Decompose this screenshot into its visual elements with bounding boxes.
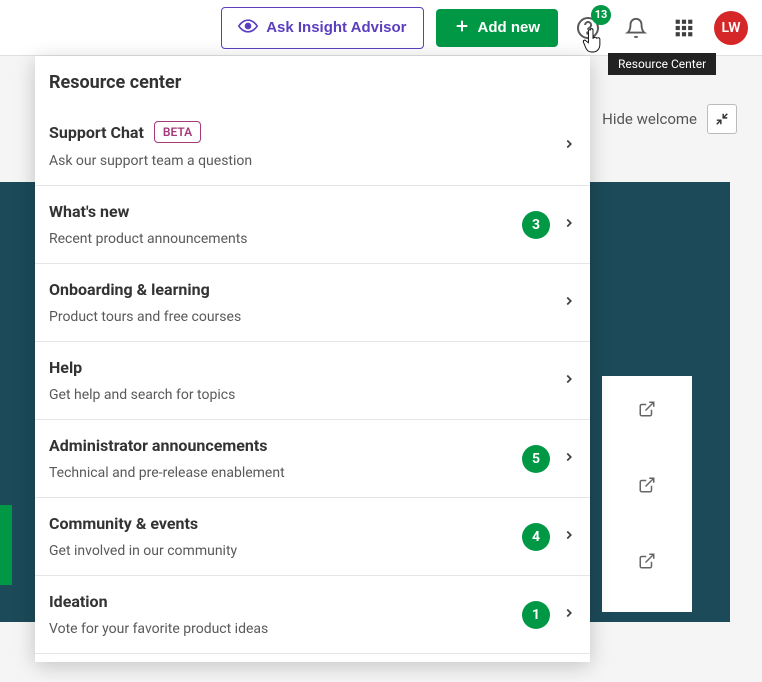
resource-center-header: Resource center [35, 56, 590, 105]
user-avatar[interactable]: LW [714, 11, 748, 45]
resource-item-text: Ideation Vote for your favorite product i… [49, 592, 510, 637]
resource-item-title: Administrator announcements [49, 436, 510, 455]
resource-item-text: Administrator announcements Technical and… [49, 436, 510, 481]
resource-item-subtitle: Get involved in our community [49, 543, 510, 559]
resource-item-subtitle: Ask our support team a question [49, 153, 550, 169]
hide-welcome-link[interactable]: Hide welcome [602, 110, 697, 128]
count-badge: 4 [522, 523, 550, 551]
minimize-icon [715, 112, 729, 126]
resource-item-text: Support ChatBETA Ask our support team a q… [49, 121, 550, 169]
resource-item-subtitle: Vote for your favorite product ideas [49, 621, 510, 637]
chevron-right-icon [562, 605, 576, 624]
minimize-button[interactable] [707, 104, 737, 134]
external-link-icon[interactable] [638, 476, 656, 498]
ask-insight-label: Ask Insight Advisor [266, 19, 406, 36]
count-badge: 3 [522, 211, 550, 239]
resource-item-subtitle: Get help and search for topics [49, 387, 550, 403]
add-new-button[interactable]: Add new [436, 9, 559, 47]
tooltip-resource-center: Resource Center [608, 53, 716, 75]
resource-item-title: Onboarding & learning [49, 280, 550, 299]
resource-item-title: Community & events [49, 514, 510, 533]
bell-icon [625, 17, 647, 39]
apps-grid-icon [674, 18, 694, 38]
resource-item-text: Onboarding & learning Product tours and f… [49, 280, 550, 325]
resource-item[interactable]: What's new Recent product announcements 3 [35, 186, 590, 264]
count-badge: 5 [522, 445, 550, 473]
resource-item[interactable]: Onboarding & learning Product tours and f… [35, 264, 590, 342]
resource-item[interactable]: Support ChatBETA Ask our support team a q… [35, 105, 590, 186]
resource-center-panel: Resource center Support ChatBETA Ask our … [35, 56, 590, 662]
count-badge: 1 [522, 601, 550, 629]
chevron-right-icon [562, 449, 576, 468]
chevron-right-icon [562, 371, 576, 390]
external-link-icon[interactable] [638, 552, 656, 574]
external-link-icon[interactable] [638, 400, 656, 422]
resource-item-subtitle: Technical and pre-release enablement [49, 465, 510, 481]
resource-item[interactable]: Help Get help and search for topics [35, 342, 590, 420]
chevron-right-icon [562, 136, 576, 155]
resource-item-subtitle: Recent product announcements [49, 231, 510, 247]
resource-item[interactable]: Ideation Vote for your favorite product i… [35, 576, 590, 654]
hide-welcome-row: Hide welcome [602, 104, 737, 134]
eye-icon [238, 16, 258, 40]
chevron-right-icon [562, 527, 576, 546]
resource-item-title: What's new [49, 202, 510, 221]
topbar: Ask Insight Advisor Add new 13 LW [0, 0, 762, 56]
resource-center-list[interactable]: Support ChatBETA Ask our support team a q… [35, 105, 590, 662]
add-new-label: Add new [478, 19, 541, 36]
resource-item-title: Ideation [49, 592, 510, 611]
resource-item-text: Help Get help and search for topics [49, 358, 550, 403]
resource-item[interactable]: Administrator announcements Technical and… [35, 420, 590, 498]
help-count-badge: 13 [591, 5, 611, 25]
plus-icon [454, 18, 470, 38]
side-card [602, 376, 692, 612]
help-button[interactable]: 13 [570, 10, 606, 46]
resource-item-subtitle: Product tours and free courses [49, 309, 550, 325]
chevron-right-icon [562, 215, 576, 234]
chevron-right-icon [562, 293, 576, 312]
resource-item-title: Help [49, 358, 550, 377]
background-accent [0, 505, 12, 585]
resource-item-text: What's new Recent product announcements [49, 202, 510, 247]
notifications-button[interactable] [618, 10, 654, 46]
resource-item[interactable]: Community & events Get involved in our co… [35, 498, 590, 576]
beta-badge: BETA [154, 121, 201, 143]
resource-item-title: Support ChatBETA [49, 121, 550, 143]
ask-insight-advisor-button[interactable]: Ask Insight Advisor [221, 7, 423, 49]
resource-item-text: Community & events Get involved in our co… [49, 514, 510, 559]
apps-button[interactable] [666, 10, 702, 46]
